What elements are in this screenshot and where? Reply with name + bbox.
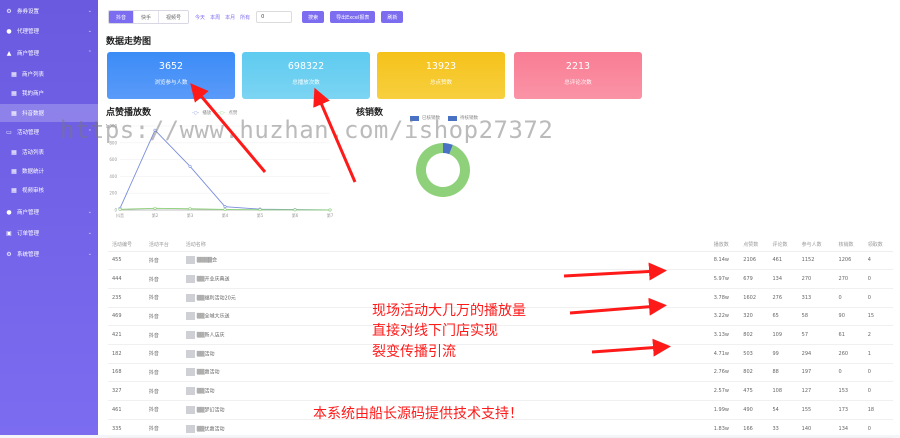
arrow-to-plays xyxy=(313,87,357,183)
arrow-to-visitors xyxy=(190,83,267,173)
annotation-line-2: 直接对线下门店实现 xyxy=(372,323,498,339)
arrow-row-3 xyxy=(591,338,671,357)
arrow-row-2 xyxy=(569,297,667,316)
annotation-line-1: 现场活动大几万的播放量 xyxy=(372,303,526,319)
annotation-line-3: 裂变传播引流 xyxy=(372,344,456,360)
annotation-arrows xyxy=(190,83,671,357)
arrow-row-1 xyxy=(563,262,667,281)
annotation-footer: 本系统由船长源码提供技术支持！ xyxy=(313,406,523,422)
